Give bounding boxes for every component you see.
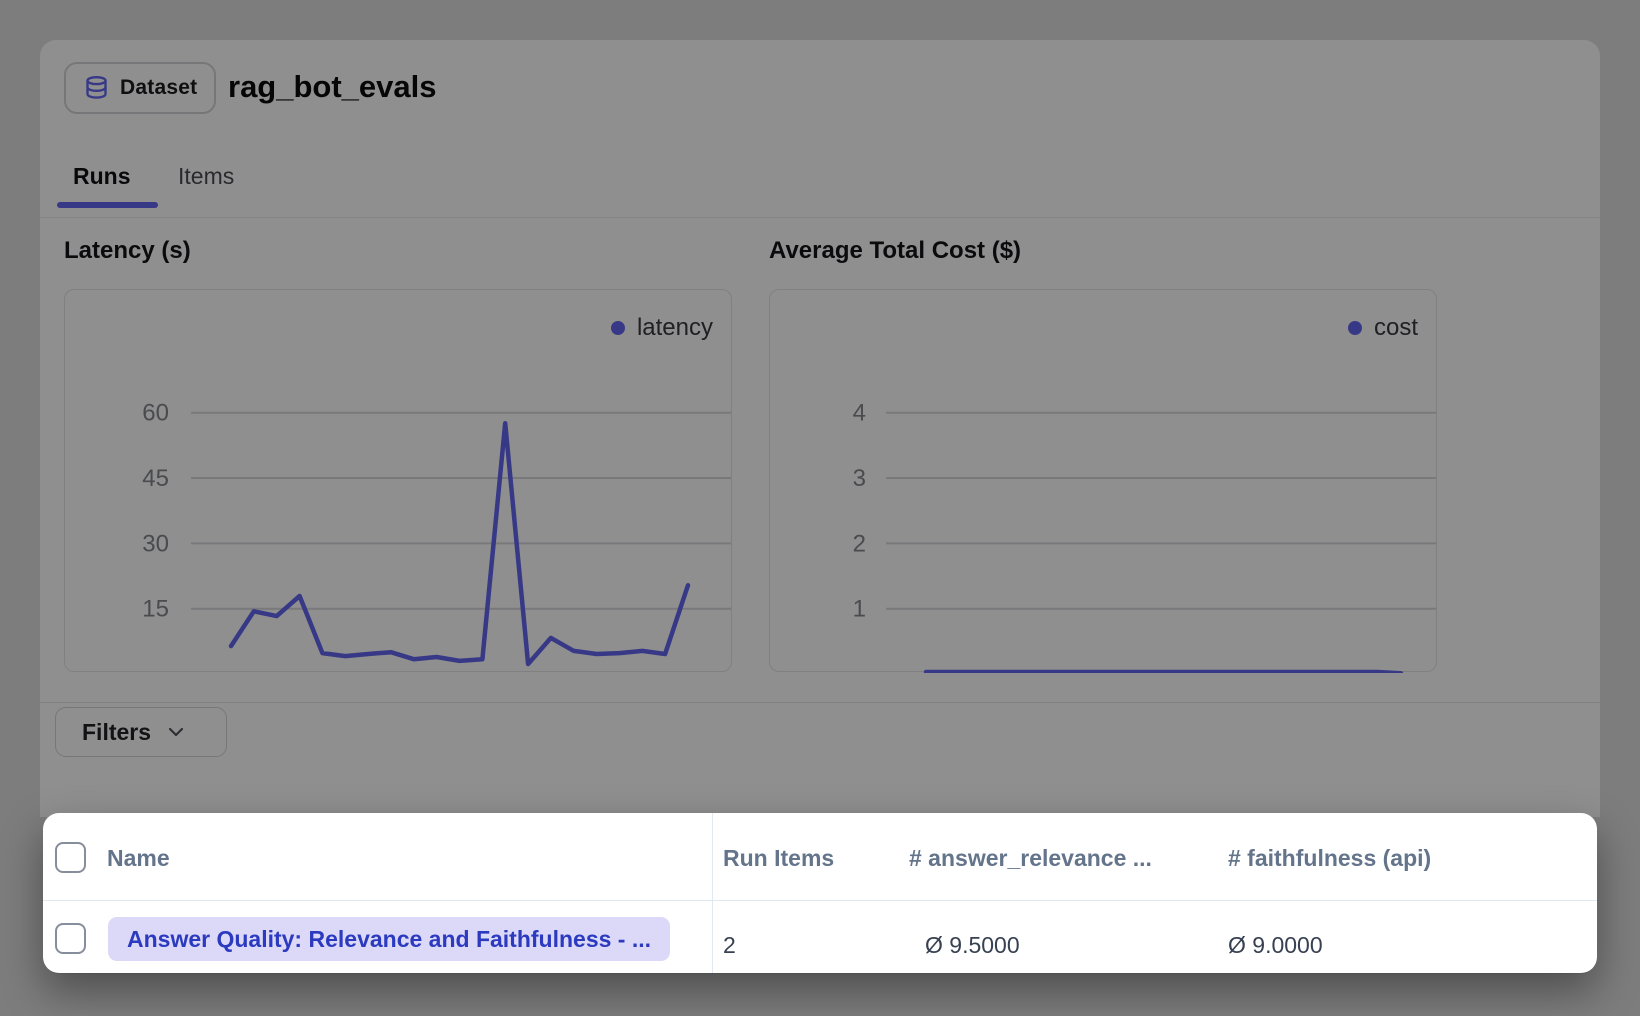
run-name-label: Answer Quality: Relevance and Faithfulne…	[127, 926, 651, 953]
column-divider	[712, 813, 713, 973]
table-header-border	[43, 900, 1597, 901]
column-header-faithfulness: # faithfulness (api)	[1228, 844, 1431, 872]
row-checkbox[interactable]	[55, 923, 86, 954]
column-header-run-items: Run Items	[723, 844, 834, 872]
runs-table-panel: Name Run Items # answer_relevance ... # …	[43, 813, 1597, 973]
run-items-value: 2	[723, 923, 736, 959]
column-header-name: Name	[107, 844, 170, 872]
faithfulness-value: Ø 9.0000	[1228, 923, 1323, 959]
run-name-link[interactable]: Answer Quality: Relevance and Faithfulne…	[108, 917, 670, 961]
page: Dataset rag_bot_evals Runs Items Latency…	[0, 0, 1640, 1016]
answer-relevance-value: Ø 9.5000	[925, 923, 1020, 959]
column-header-answer-relevance: # answer_relevance ...	[909, 844, 1152, 872]
select-all-checkbox[interactable]	[55, 842, 86, 873]
